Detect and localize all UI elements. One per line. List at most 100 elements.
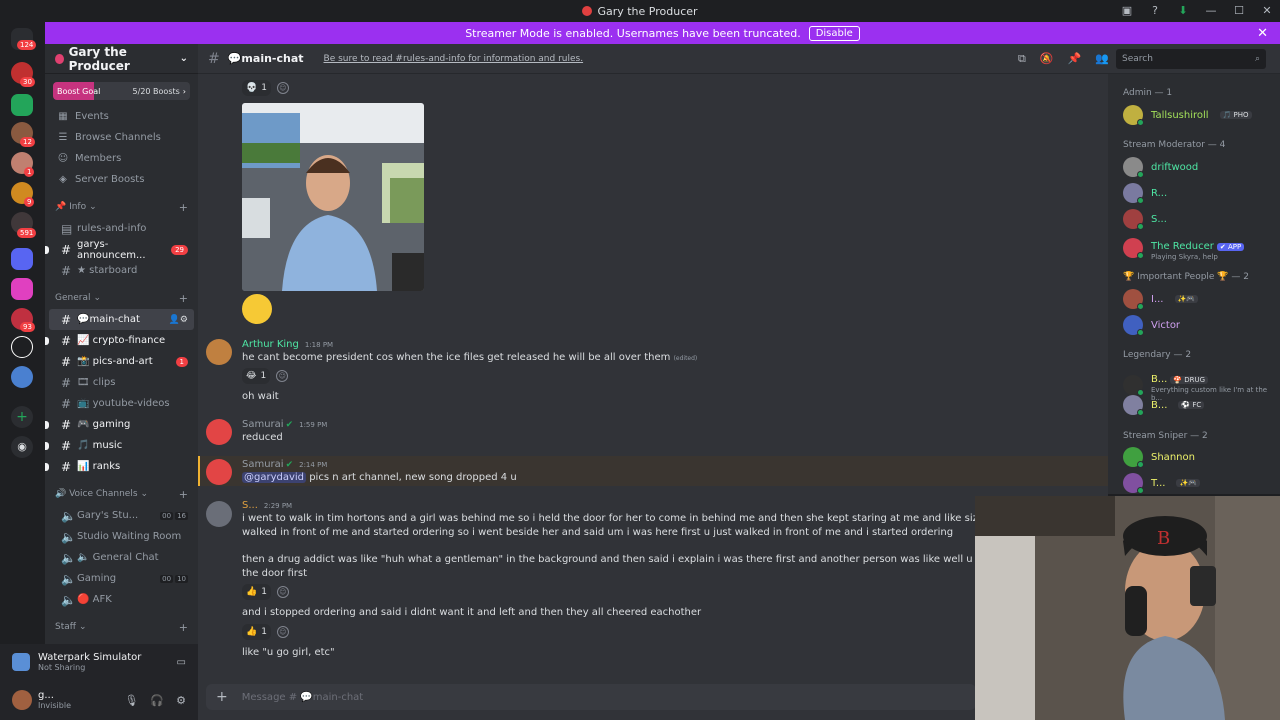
- close-window-button[interactable]: ✕: [1260, 3, 1274, 17]
- member-item[interactable]: Shannon: [1123, 447, 1195, 468]
- inbox-icon[interactable]: ▣: [1120, 3, 1134, 17]
- channel-main-chat[interactable]: # 💬main-chat 👤⚙: [49, 309, 194, 330]
- message-author[interactable]: S... 2:29 PM: [242, 500, 292, 511]
- add-reaction-icon[interactable]: ☺: [276, 370, 289, 382]
- member-list: Admin — 1 Tallsushiroll 🎵 PHO Stream Mode…: [1108, 74, 1280, 494]
- laugh-emoji-icon: 😂: [246, 371, 257, 381]
- message-text: and i stopped ordering and said i didnt …: [242, 607, 702, 618]
- boost-goal-bar[interactable]: Boost Goal 5/20 Boosts ›: [53, 82, 190, 100]
- add-server-icon[interactable]: +: [11, 406, 33, 428]
- voice-channel-garys-studio[interactable]: 🔈 Gary's Stu... 00 16: [49, 505, 194, 526]
- add-channel-icon[interactable]: +: [179, 292, 188, 305]
- member-item[interactable]: Victor: [1123, 315, 1180, 336]
- download-icon[interactable]: ⬇: [1176, 3, 1190, 17]
- unread-indicator: [45, 336, 49, 345]
- member-item[interactable]: Tallsushiroll 🎵 PHO: [1123, 105, 1252, 126]
- member-item[interactable]: The Reducer ✔ APP Playing Skyra, help: [1123, 234, 1245, 261]
- message-input[interactable]: + Message # 💬main-chat: [206, 684, 976, 710]
- nav-events[interactable]: ▦ Events: [45, 106, 198, 127]
- channel-rules-and-info[interactable]: ▤ rules-and-info: [49, 218, 194, 239]
- member-item[interactable]: R...: [1123, 183, 1167, 204]
- help-icon[interactable]: ?: [1148, 3, 1162, 17]
- voice-channel-studio-waiting-room[interactable]: 🔈 Studio Waiting Room: [49, 526, 194, 547]
- hash-icon: #: [61, 417, 72, 432]
- category-staff[interactable]: Staff ⌄ +: [45, 616, 198, 638]
- avatar[interactable]: [206, 339, 232, 365]
- nav-browse-channels[interactable]: ☰ Browse Channels: [45, 127, 198, 148]
- disable-streamer-mode-button[interactable]: Disable: [808, 25, 860, 41]
- screen-share-icon[interactable]: ▭: [177, 657, 186, 668]
- server-icon[interactable]: [11, 336, 33, 358]
- server-header[interactable]: Gary the Producer ⌄: [45, 44, 198, 74]
- member-item[interactable]: B... ⚽ FC: [1123, 395, 1205, 416]
- pin-icon[interactable]: 📌: [1068, 52, 1082, 66]
- add-reaction-icon[interactable]: ☺: [276, 626, 289, 638]
- member-item[interactable]: S...: [1123, 209, 1167, 230]
- microphone-icon[interactable]: 🎙: [124, 694, 138, 707]
- add-reaction-icon[interactable]: ☺: [276, 82, 289, 94]
- member-item[interactable]: driftwood: [1123, 157, 1198, 178]
- channel-ranks[interactable]: # 📊 ranks: [45, 456, 194, 477]
- add-channel-icon[interactable]: +: [179, 621, 188, 634]
- channel-gaming[interactable]: # 🎮 gaming: [45, 414, 194, 435]
- nav-members[interactable]: ☺ Members: [45, 148, 198, 169]
- avatar[interactable]: [206, 419, 232, 445]
- message-author[interactable]: Samurai ✔ 1:59 PM: [242, 419, 327, 430]
- voice-channel-gaming[interactable]: 🔈 Gaming 00 10: [49, 568, 194, 589]
- close-banner-icon[interactable]: ✕: [1257, 26, 1268, 41]
- nav-server-boosts[interactable]: ◈ Server Boosts: [45, 169, 198, 190]
- search-input[interactable]: Search ⌕: [1116, 48, 1266, 69]
- member-list-icon[interactable]: 👥: [1095, 52, 1109, 66]
- voice-channel-general-chat[interactable]: 🔈 🔈 General Chat: [49, 547, 194, 568]
- channel-garys-announcements[interactable]: # garys-announcem... 29: [45, 239, 194, 261]
- member-item[interactable]: I... ✨🎮: [1123, 289, 1198, 310]
- discover-icon[interactable]: ◉: [11, 436, 33, 458]
- message-author[interactable]: Samurai ✔ 2:14 PM: [242, 459, 327, 470]
- reaction-chip[interactable]: 👍 1: [242, 624, 271, 640]
- maximize-button[interactable]: ☐: [1232, 3, 1246, 17]
- add-channel-icon[interactable]: +: [179, 488, 188, 501]
- reaction-row: 👍 1 ☺: [242, 624, 289, 640]
- channel-starboard[interactable]: # ★ starboard: [49, 260, 194, 281]
- reaction-chip[interactable]: 😂 1: [242, 368, 271, 384]
- minimize-button[interactable]: —: [1204, 3, 1218, 17]
- avatar[interactable]: [12, 690, 32, 710]
- threads-icon[interactable]: ⧉: [1018, 52, 1026, 66]
- notification-icon[interactable]: 🔕: [1040, 52, 1054, 66]
- channel-youtube-videos[interactable]: # 📺 youtube-videos: [49, 393, 194, 414]
- message-author[interactable]: Arthur King 1:18 PM: [242, 339, 333, 350]
- voice-channel-afk[interactable]: 🔈 🔴 AFK: [49, 589, 194, 610]
- app-logo-icon: [582, 6, 593, 16]
- category-voice-channels[interactable]: 🔊 Voice Channels ⌄ +: [45, 483, 198, 505]
- add-reaction-icon[interactable]: ☺: [276, 586, 289, 598]
- gear-icon[interactable]: ⚙: [176, 694, 186, 707]
- search-icon: ⌕: [1254, 53, 1260, 64]
- reaction-chip[interactable]: 👍 1: [242, 584, 271, 600]
- category-info[interactable]: 📌 Info ⌄ +: [45, 196, 198, 218]
- server-icon[interactable]: [11, 278, 33, 300]
- unread-indicator: [45, 420, 49, 429]
- message-image-attachment[interactable]: [242, 103, 424, 291]
- channel-crypto-finance[interactable]: # 📈 crypto-finance: [45, 330, 194, 351]
- channel-settings-icon[interactable]: 👤⚙: [169, 315, 188, 325]
- headphones-icon[interactable]: 🎧: [150, 694, 164, 707]
- member-item[interactable]: T... ✨🎮: [1123, 473, 1200, 494]
- banner-text: Streamer Mode is enabled. Usernames have…: [465, 26, 801, 40]
- reaction-chip[interactable]: 💀 1: [242, 80, 271, 96]
- channel-music[interactable]: # 🎵 music: [45, 435, 194, 456]
- add-channel-icon[interactable]: +: [179, 201, 188, 214]
- category-general[interactable]: General ⌄ +: [45, 287, 198, 309]
- server-icon[interactable]: [11, 94, 33, 116]
- channel-clips[interactable]: # 🎞 clips: [49, 372, 194, 393]
- channel-pics-and-art[interactable]: # 📸 pics-and-art 1: [49, 351, 194, 372]
- speaker-icon: 🔈: [61, 571, 76, 586]
- avatar[interactable]: [206, 459, 232, 485]
- add-attachment-icon[interactable]: +: [216, 689, 228, 705]
- server-icon[interactable]: [11, 366, 33, 388]
- avatar[interactable]: [206, 501, 232, 527]
- message-text: reduced: [242, 432, 283, 443]
- channel-topic[interactable]: Be sure to read #rules-and-info for info…: [324, 54, 584, 64]
- server-icon[interactable]: [11, 248, 33, 270]
- user-mention[interactable]: @garydavid: [242, 472, 307, 483]
- member-tag: ⚽ FC: [1178, 401, 1205, 409]
